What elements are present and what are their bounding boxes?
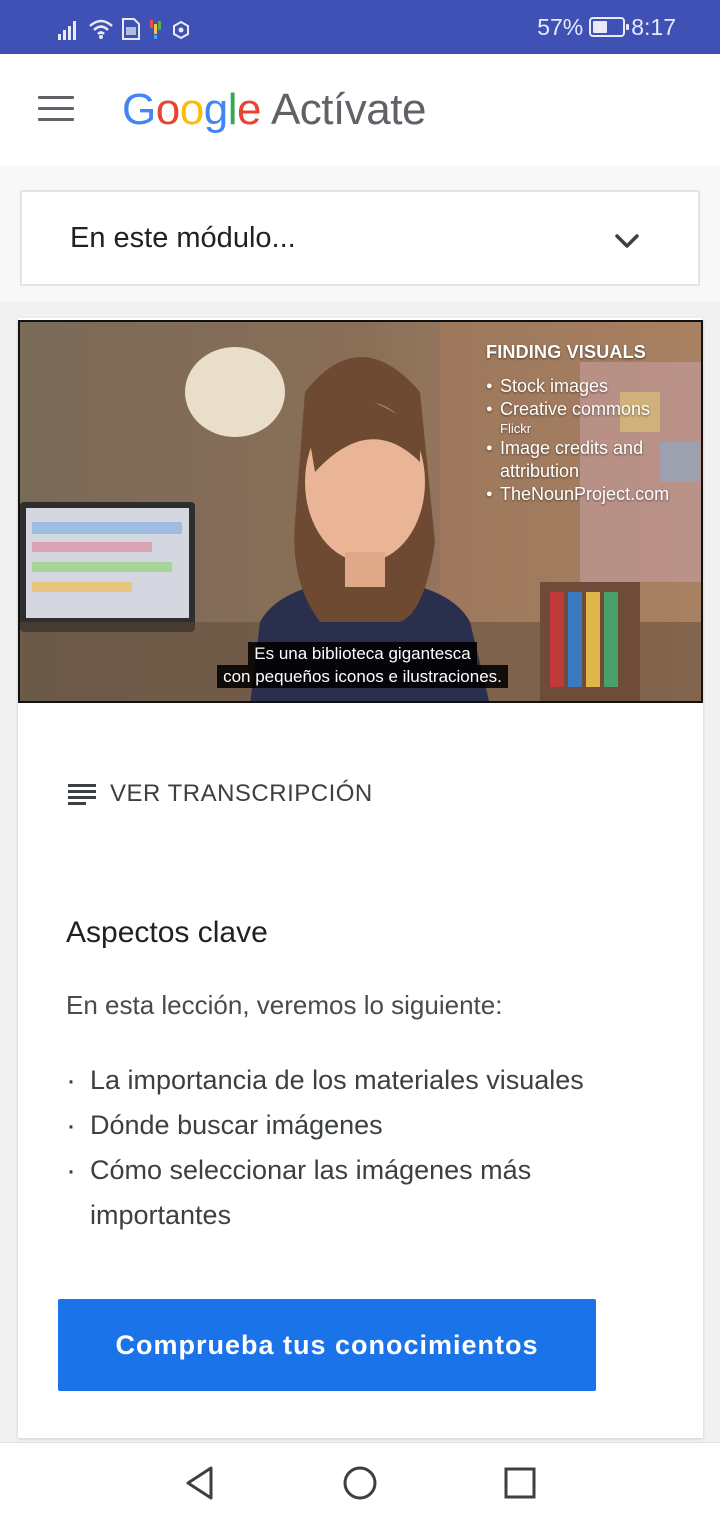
slide-item-text: Image credits and attribution	[500, 438, 644, 481]
lesson-card: FINDING VISUALS Stock images Creative co…	[18, 318, 703, 1438]
list-item: Cómo seleccionar las imágenes más import…	[66, 1148, 656, 1238]
slide-item: Stock images	[486, 375, 701, 398]
screen: 57% 8:17 G o o g l e Actívate En este mó…	[0, 0, 720, 1520]
brand-letter: e	[236, 85, 261, 134]
battery-icon	[589, 17, 630, 37]
status-icons	[58, 14, 190, 40]
caption-line-1: Es una biblioteca gigantesca	[248, 642, 477, 665]
video-player[interactable]: FINDING VISUALS Stock images Creative co…	[18, 320, 703, 703]
transcript-lines-icon	[68, 784, 96, 805]
hamburger-menu-icon[interactable]	[38, 96, 74, 122]
key-points-list: La importancia de los materiales visuale…	[66, 1058, 656, 1238]
home-icon[interactable]	[340, 1463, 380, 1503]
slide-item-text: Creative commons	[500, 399, 651, 419]
check-knowledge-button[interactable]: Comprueba tus conocimientos	[58, 1299, 596, 1391]
battery-level	[593, 21, 608, 33]
recents-icon[interactable]	[500, 1463, 540, 1503]
module-section: En este módulo...	[0, 166, 720, 302]
navigation-bar	[0, 1442, 720, 1520]
status-right: 57% 8:17	[537, 12, 676, 42]
video-slide-overlay: FINDING VISUALS Stock images Creative co…	[486, 342, 701, 506]
list-item: La importancia de los materiales visuale…	[66, 1058, 656, 1103]
caption-line-2: con pequeños iconos e ilustraciones.	[217, 665, 508, 688]
slide-item-sub: Flickr	[500, 421, 532, 436]
brand-letter: G	[122, 85, 156, 134]
view-transcript-button[interactable]: VER TRANSCRIPCIÓN	[68, 778, 373, 810]
key-points-intro: En esta lección, veremos lo siguiente:	[66, 990, 503, 1020]
brand-product: Actívate	[270, 85, 426, 134]
app-icon	[173, 20, 189, 40]
slide-item: Image credits and attribution	[486, 437, 701, 483]
module-dropdown[interactable]: En este módulo...	[20, 190, 700, 286]
slide-item-text: TheNounProject.com	[500, 484, 670, 504]
slide-list: Stock images Creative commons Flickr Imag…	[486, 375, 701, 506]
brand-letter: g	[203, 85, 228, 134]
brand-letter: o	[155, 85, 180, 134]
battery-percent: 57%	[537, 13, 584, 40]
video-caption: Es una biblioteca gigantesca con pequeño…	[20, 642, 701, 688]
app-header: G o o g l e Actívate	[0, 54, 720, 166]
transcript-label: VER TRANSCRIPCIÓN	[110, 780, 373, 807]
sim-icon	[122, 18, 140, 40]
status-bar: 57% 8:17	[0, 0, 720, 54]
wifi-icon	[89, 19, 113, 39]
slide-item: Creative commons Flickr	[486, 398, 701, 437]
signal-icon	[58, 21, 76, 40]
clock: 8:17	[631, 13, 676, 40]
brand-letter: o	[179, 85, 204, 134]
key-points-title: Aspectos clave	[66, 916, 268, 949]
back-icon[interactable]	[180, 1463, 220, 1503]
module-dropdown-label: En este módulo...	[70, 222, 296, 254]
chevron-down-icon	[615, 234, 639, 248]
notification-icon	[150, 20, 161, 39]
list-item: Dónde buscar imágenes	[66, 1103, 656, 1148]
slide-title: FINDING VISUALS	[486, 342, 647, 362]
slide-item: TheNounProject.com	[486, 483, 701, 506]
brand-logo[interactable]: G o o g l e Actívate	[122, 82, 426, 138]
brand-letter: l	[227, 85, 238, 134]
slide-item-text: Stock images	[500, 376, 609, 396]
